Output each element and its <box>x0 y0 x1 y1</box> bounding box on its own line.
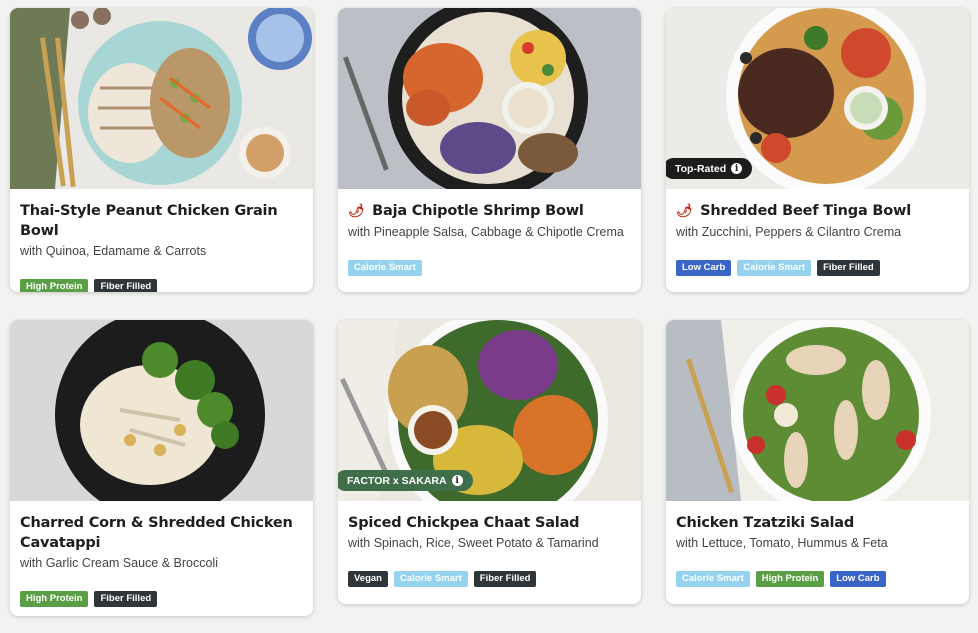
meal-card[interactable]: Charred Corn & Shredded Chicken Cavatapp… <box>10 320 313 616</box>
badge-label: Top-Rated <box>675 162 727 175</box>
meal-tags: Vegan Calorie Smart Fiber Filled <box>348 571 631 587</box>
top-rated-badge[interactable]: Top-Rated i <box>666 158 753 179</box>
meal-title[interactable]: 🌶 Shredded Beef Tinga Bowl <box>676 201 959 222</box>
meal-photo[interactable] <box>10 8 313 189</box>
meal-title-text[interactable]: Chicken Tzatziki Salad <box>676 515 854 531</box>
badge-label: FACTOR x SAKARA <box>347 474 447 487</box>
tag-vegan: Vegan <box>348 571 388 587</box>
meal-title-text[interactable]: Baja Chipotle Shrimp Bowl <box>372 203 584 219</box>
meal-title[interactable]: Chicken Tzatziki Salad <box>676 513 959 533</box>
meal-title-text[interactable]: Thai-Style Peanut Chicken Grain Bowl <box>20 203 278 239</box>
tag-high-protein: High Protein <box>755 571 825 587</box>
tag-calorie-smart: Calorie Smart <box>737 260 812 276</box>
meal-tags: High Protein Fiber Filled <box>20 279 303 292</box>
meal-title[interactable]: Spiced Chickpea Chaat Salad <box>348 513 631 533</box>
meal-card[interactable]: FACTOR x SAKARA i Spiced Chickpea Chaat … <box>338 320 641 604</box>
meal-photo[interactable]: Top-Rated i <box>666 8 969 189</box>
chili-pepper-icon: 🌶 <box>348 204 365 219</box>
meal-subtitle: with Spinach, Rice, Sweet Potato & Tamar… <box>348 536 599 550</box>
meal-title[interactable]: Charred Corn & Shredded Chicken Cavatapp… <box>20 513 303 553</box>
meal-photo[interactable] <box>10 320 313 501</box>
tag-high-protein: High Protein <box>20 591 89 607</box>
tag-calorie-smart: Calorie Smart <box>676 571 750 587</box>
meal-subtitle: with Garlic Cream Sauce & Broccoli <box>20 556 218 570</box>
meal-tags: Calorie Smart High Protein Low Carb <box>676 571 959 587</box>
meal-title-text[interactable]: Shredded Beef Tinga Bowl <box>700 203 911 219</box>
meal-card[interactable]: Top-Rated i 🌶 Shredded Beef Tinga Bowl w… <box>666 8 969 292</box>
info-icon[interactable]: i <box>451 475 463 486</box>
tag-fiber-filled: Fiber Filled <box>817 260 880 276</box>
tag-high-protein: High Protein <box>20 279 89 292</box>
tag-fiber-filled: Fiber Filled <box>94 591 158 607</box>
tag-calorie-smart: Calorie Smart <box>348 260 422 276</box>
tag-fiber-filled: Fiber Filled <box>473 571 537 587</box>
meal-title-text[interactable]: Charred Corn & Shredded Chicken Cavatapp… <box>20 515 293 551</box>
meal-card[interactable]: Chicken Tzatziki Salad with Lettuce, Tom… <box>666 320 969 604</box>
chili-pepper-icon: 🌶 <box>676 204 693 219</box>
meal-photo[interactable] <box>338 8 641 189</box>
tag-low-carb: Low Carb <box>830 571 886 587</box>
meal-card[interactable]: Thai-Style Peanut Chicken Grain Bowl wit… <box>10 8 313 292</box>
tag-low-carb: Low Carb <box>676 260 732 276</box>
meal-card[interactable]: 🌶 Baja Chipotle Shrimp Bowl with Pineapp… <box>338 8 641 292</box>
meal-subtitle: with Quinoa, Edamame & Carrots <box>20 244 207 258</box>
meal-subtitle: with Pineapple Salsa, Cabbage & Chipotle… <box>348 225 624 239</box>
meal-title[interactable]: Thai-Style Peanut Chicken Grain Bowl <box>20 201 303 241</box>
tag-calorie-smart: Calorie Smart <box>394 571 468 587</box>
meal-photo[interactable]: FACTOR x SAKARA i <box>338 320 641 501</box>
meal-tags: High Protein Fiber Filled <box>20 591 303 607</box>
meal-title-text[interactable]: Spiced Chickpea Chaat Salad <box>348 515 580 531</box>
meal-subtitle: with Zucchini, Peppers & Cilantro Crema <box>676 225 902 239</box>
meal-title[interactable]: 🌶 Baja Chipotle Shrimp Bowl <box>348 201 631 222</box>
meal-subtitle: with Lettuce, Tomato, Hummus & Feta <box>676 536 888 550</box>
meal-tags: Low Carb Calorie Smart Fiber Filled <box>676 260 959 276</box>
info-icon[interactable]: i <box>731 163 743 174</box>
factor-sakara-badge[interactable]: FACTOR x SAKARA i <box>338 470 473 491</box>
meal-photo[interactable] <box>666 320 969 501</box>
meal-tags: Calorie Smart <box>348 260 631 276</box>
tag-fiber-filled: Fiber Filled <box>94 279 158 292</box>
